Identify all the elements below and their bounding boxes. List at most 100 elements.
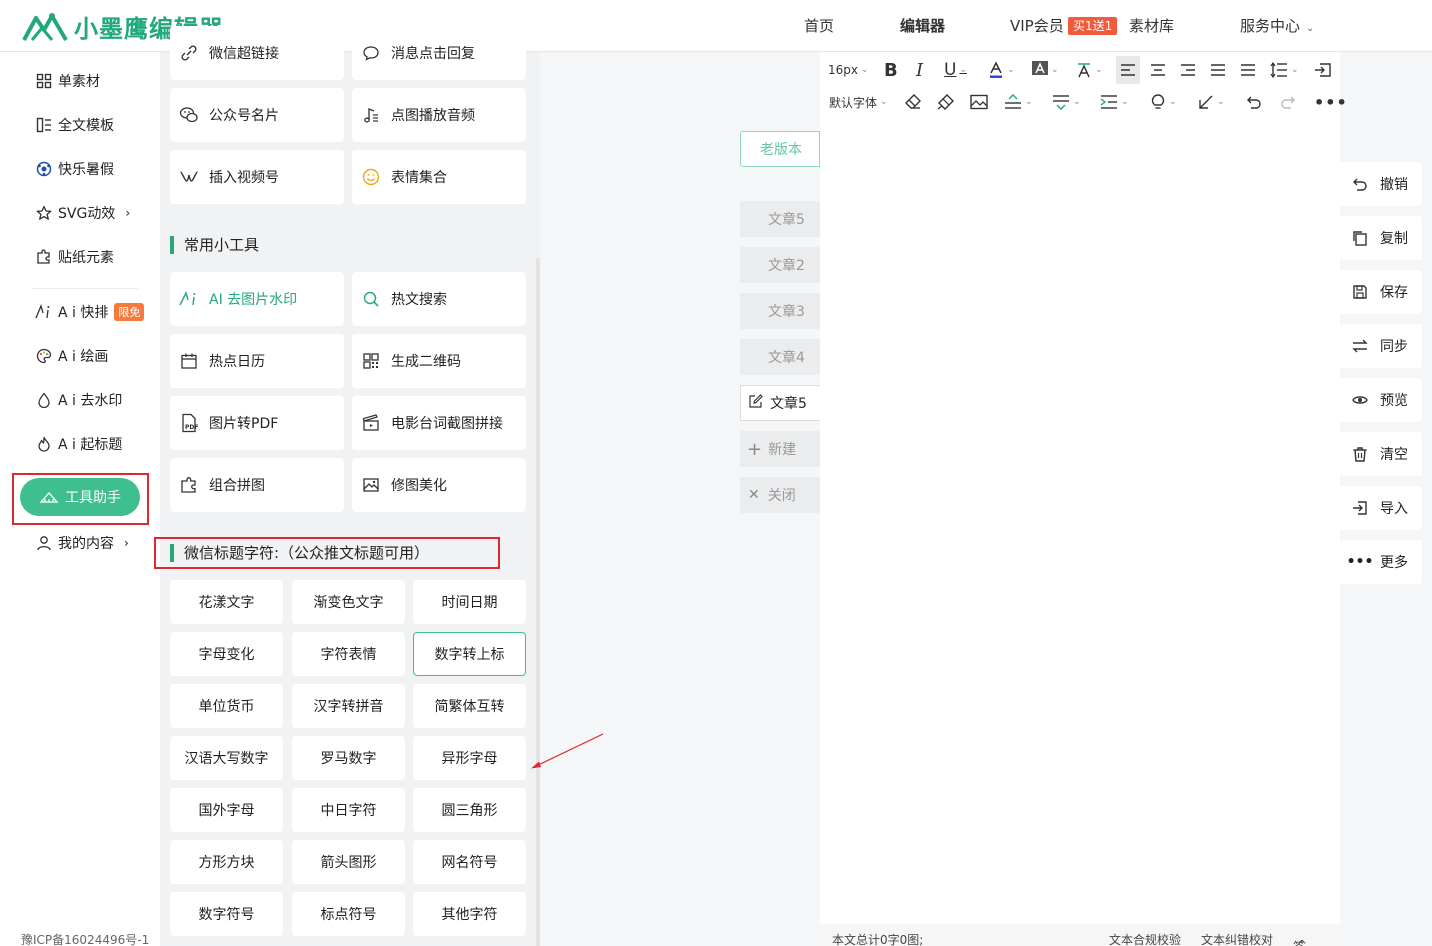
- chip-char-emoticon[interactable]: 字符表情: [292, 632, 405, 676]
- icp-record[interactable]: 豫ICP备16024496号-1: [21, 931, 149, 946]
- align-right-icon[interactable]: [1180, 58, 1196, 82]
- chip-date-time[interactable]: 时间日期: [413, 580, 526, 624]
- undo-button[interactable]: 撤销: [1340, 162, 1422, 206]
- old-version-button[interactable]: 老版本: [740, 131, 820, 167]
- arrow-tool-icon[interactable]: ⌄: [1198, 90, 1225, 114]
- chip-cjk-chars[interactable]: 中日字符: [292, 788, 405, 832]
- chip-currency[interactable]: 单位货币: [170, 684, 283, 728]
- close-article-button[interactable]: ✕ 关闭: [740, 477, 820, 513]
- clear-button[interactable]: 清空: [1340, 432, 1422, 476]
- article-tab[interactable]: 文章4: [740, 339, 820, 375]
- highlight-color-icon[interactable]: ⌄: [1032, 58, 1059, 82]
- chip-roman-numerals[interactable]: 罗马数字: [292, 736, 405, 780]
- chip-punctuation[interactable]: 标点符号: [292, 892, 405, 936]
- undo-icon[interactable]: [1246, 90, 1262, 114]
- more-button[interactable]: ••• 更多: [1340, 540, 1422, 584]
- image-icon[interactable]: [970, 90, 988, 114]
- format-painter-icon[interactable]: [936, 90, 954, 114]
- card-hot-search[interactable]: 热文搜索: [352, 272, 526, 326]
- article-tab[interactable]: 文章3: [740, 293, 820, 329]
- chip-other-chars[interactable]: 其他字符: [413, 892, 526, 936]
- card-official-account[interactable]: 公众号名片: [170, 88, 344, 142]
- copy-button[interactable]: 复制: [1340, 216, 1422, 260]
- proofread-link[interactable]: 文本纠错校对: [1201, 931, 1273, 946]
- preview-button[interactable]: 预览: [1340, 378, 1422, 422]
- panel-scrollbar[interactable]: [536, 258, 540, 946]
- chevron-down-icon: ⌄: [1025, 97, 1033, 107]
- chip-circle-triangle[interactable]: 圆三角形: [413, 788, 526, 832]
- card-collage[interactable]: 组合拼图: [170, 458, 344, 512]
- more-dots-icon[interactable]: •••: [1314, 90, 1348, 114]
- nav-materials[interactable]: 素材库: [1129, 0, 1174, 52]
- article-tab[interactable]: 文章5: [740, 201, 820, 237]
- sync-button[interactable]: 同步: [1340, 324, 1422, 368]
- sidebar-item-ai-layout[interactable]: A i 快排 限免: [34, 300, 145, 324]
- card-hot-calendar[interactable]: 热点日历: [170, 334, 344, 388]
- nav-home[interactable]: 首页: [804, 0, 834, 52]
- card-msg-reply[interactable]: 消息点击回复: [352, 26, 526, 80]
- card-emoji-set[interactable]: 表情集合: [352, 150, 526, 204]
- font-color-icon[interactable]: ⌄: [988, 58, 1015, 82]
- chip-pinyin[interactable]: 汉字转拼音: [292, 684, 405, 728]
- palette-icon: [34, 346, 54, 366]
- sidebar-item-svg[interactable]: SVG动效 ›: [34, 201, 130, 225]
- lightbulb-icon[interactable]: ⌄: [1150, 90, 1177, 114]
- import-button[interactable]: 导入: [1340, 486, 1422, 530]
- chip-superscript[interactable]: 数字转上标: [413, 632, 526, 676]
- sidebar-item-ai-watermark[interactable]: A i 去水印: [34, 388, 122, 412]
- text-effect-icon[interactable]: ⌄: [1076, 58, 1103, 82]
- card-ai-remove-watermark[interactable]: AI 去图片水印: [170, 272, 344, 326]
- chip-foreign-letters[interactable]: 国外字母: [170, 788, 283, 832]
- sidebar-item-mine[interactable]: 我的内容 ›: [34, 531, 129, 555]
- nav-editor[interactable]: 编辑器: [900, 0, 945, 52]
- chip-trad-simp[interactable]: 简繁体互转: [413, 684, 526, 728]
- card-image-to-pdf[interactable]: PDF 图片转PDF: [170, 396, 344, 450]
- sidebar-item-template[interactable]: 全文模板: [34, 113, 114, 137]
- save-button[interactable]: 保存: [1340, 270, 1422, 314]
- text-indent-icon[interactable]: ⌄: [1100, 90, 1129, 114]
- new-article-button[interactable]: + 新建: [740, 431, 820, 467]
- sidebar-item-sticker[interactable]: 贴纸元素: [34, 245, 114, 269]
- card-photo-edit[interactable]: 修图美化: [352, 458, 526, 512]
- chip-odd-letters[interactable]: 异形字母: [413, 736, 526, 780]
- font-size-select[interactable]: 16px ⌄: [828, 58, 869, 82]
- justify-icon[interactable]: [1210, 58, 1226, 82]
- line-height-icon[interactable]: ⌄: [1270, 58, 1299, 82]
- font-family-select[interactable]: 默认字体 ⌄: [829, 90, 888, 114]
- card-video-channel[interactable]: 插入视频号: [170, 150, 344, 204]
- article-tab-current[interactable]: 文章5: [740, 385, 820, 421]
- align-center-icon[interactable]: [1150, 58, 1166, 82]
- chip-letter-transform[interactable]: 字母变化: [170, 632, 283, 676]
- chip-gradient-text[interactable]: 渐变色文字: [292, 580, 405, 624]
- card-qrcode[interactable]: 生成二维码: [352, 334, 526, 388]
- card-image-audio[interactable]: 点图播放音频: [352, 88, 526, 142]
- sidebar-item-ai-paint[interactable]: A i 绘画: [34, 344, 108, 368]
- bold-icon[interactable]: B: [884, 58, 898, 82]
- sidebar-item-ai-title[interactable]: A i 起标题: [34, 432, 122, 456]
- chip-chinese-numerals[interactable]: 汉语大写数字: [170, 736, 283, 780]
- card-movie-stitch[interactable]: 电影台词截图拼接: [352, 396, 526, 450]
- sidebar-item-single[interactable]: 单素材: [34, 69, 100, 93]
- paragraph-spacing-icon[interactable]: ⌄: [1052, 90, 1081, 114]
- divider-style-icon[interactable]: ⌄: [1004, 90, 1033, 114]
- article-tab[interactable]: 文章2: [740, 247, 820, 283]
- nav-vip[interactable]: VIP会员: [1010, 0, 1064, 52]
- chip-fancy-text[interactable]: 花漾文字: [170, 580, 283, 624]
- compliance-check-link[interactable]: 文本合规校验: [1109, 931, 1181, 946]
- align-left-icon[interactable]: [1116, 56, 1140, 84]
- sidebar-item-summer[interactable]: 快乐暑假: [34, 157, 114, 181]
- chip-number-symbols[interactable]: 数字符号: [170, 892, 283, 936]
- redo-icon[interactable]: [1280, 90, 1296, 114]
- chip-nickname-symbols[interactable]: 网名符号: [413, 840, 526, 884]
- eraser-icon[interactable]: [904, 90, 922, 114]
- nav-service[interactable]: 服务中心 ⌄: [1240, 0, 1314, 52]
- card-wechat-link[interactable]: 微信超链接: [170, 26, 344, 80]
- underline-icon[interactable]: U ⌄: [944, 58, 967, 82]
- indent-icon[interactable]: [1314, 58, 1332, 82]
- justify-all-icon[interactable]: [1240, 58, 1256, 82]
- italic-icon[interactable]: I: [916, 58, 923, 82]
- sidebar-item-tools[interactable]: 工具助手: [20, 478, 140, 516]
- editor-canvas[interactable]: [820, 52, 1340, 946]
- chip-square-blocks[interactable]: 方形方块: [170, 840, 283, 884]
- chip-arrow-shapes[interactable]: 箭头图形: [292, 840, 405, 884]
